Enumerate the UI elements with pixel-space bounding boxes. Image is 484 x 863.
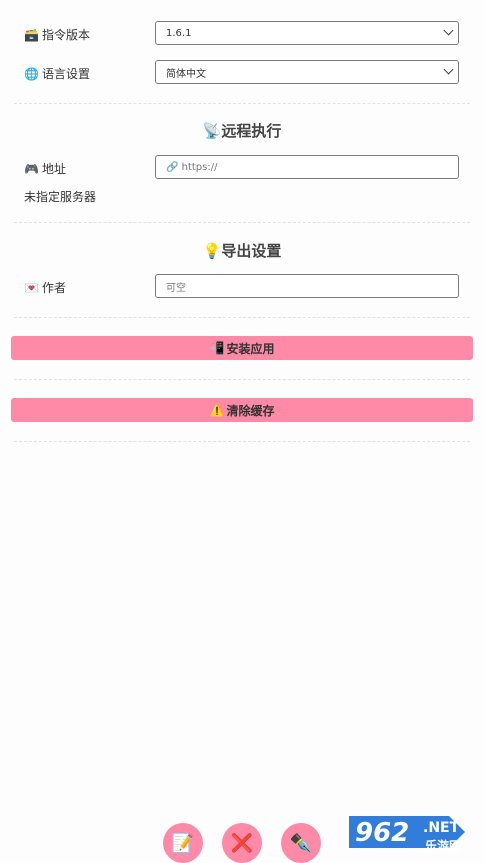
remote-title-text: 远程执行 — [221, 122, 282, 140]
language-text: 语言设置 — [41, 67, 90, 81]
address-input[interactable]: 🔗 https:// — [155, 155, 459, 179]
instruction-version-select[interactable]: 1.6.1 — [155, 21, 459, 45]
install-app-label: 安装应用 — [226, 341, 275, 356]
install-app-button[interactable]: 📲 安装应用 — [11, 336, 473, 360]
author-input[interactable]: 可空 — [155, 274, 459, 298]
language-label: 🌐 语言设置 — [24, 65, 90, 82]
watermark-logo: 962 .NET 乐游网 — [345, 808, 479, 856]
pen-icon: ✒️ — [289, 832, 313, 854]
watermark-brand: 962 — [355, 818, 409, 848]
language-value: 简体中文 — [166, 68, 206, 80]
divider — [14, 317, 470, 318]
divider — [14, 379, 470, 380]
author-label: 💌 作者 — [24, 279, 66, 296]
chevron-down-icon — [443, 64, 454, 75]
love-letter-icon: 💌 — [24, 280, 39, 295]
watermark-site: 乐游网 — [425, 838, 461, 853]
server-status-text: 未指定服务器 — [24, 190, 97, 204]
divider — [14, 441, 470, 442]
pen-fab-button[interactable]: ✒️ — [281, 823, 321, 863]
address-label: 🎮 地址 — [24, 160, 66, 177]
close-fab-button[interactable]: ❌ — [222, 823, 262, 863]
memo-icon: 📝 — [171, 832, 195, 854]
edit-fab-button[interactable]: 📝 — [163, 823, 203, 863]
chevron-down-icon — [443, 25, 454, 36]
address-placeholder: 🔗 https:// — [166, 161, 218, 173]
divider — [14, 103, 470, 104]
gamepad-icon: 🎮 — [24, 161, 39, 176]
export-section-title: 💡导出设置 — [0, 240, 484, 261]
file-cabinet-icon: 🗃️ — [24, 27, 39, 42]
satellite-icon: 📡 — [202, 122, 222, 140]
mobile-arrow-icon: 📲 — [209, 341, 225, 355]
close-icon: ❌ — [230, 832, 254, 854]
instruction-version-text: 指令版本 — [41, 28, 90, 42]
address-text: 地址 — [41, 162, 66, 176]
divider — [14, 222, 470, 223]
instruction-version-value: 1.6.1 — [166, 27, 192, 39]
language-select[interactable]: 简体中文 — [155, 60, 459, 84]
export-title-text: 导出设置 — [221, 242, 282, 260]
clear-cache-button[interactable]: ⚠️ 清除缓存 — [11, 398, 473, 422]
clear-cache-label: 清除缓存 — [226, 403, 275, 418]
author-placeholder: 可空 — [166, 282, 186, 294]
remote-section-title: 📡远程执行 — [0, 120, 484, 141]
globe-icon: 🌐 — [24, 66, 39, 81]
watermark-suffix: .NET — [423, 820, 460, 836]
author-text: 作者 — [41, 281, 66, 295]
light-bulb-icon: 💡 — [202, 242, 222, 260]
instruction-version-label: 🗃️ 指令版本 — [24, 26, 90, 43]
warning-icon: ⚠️ — [209, 403, 225, 417]
